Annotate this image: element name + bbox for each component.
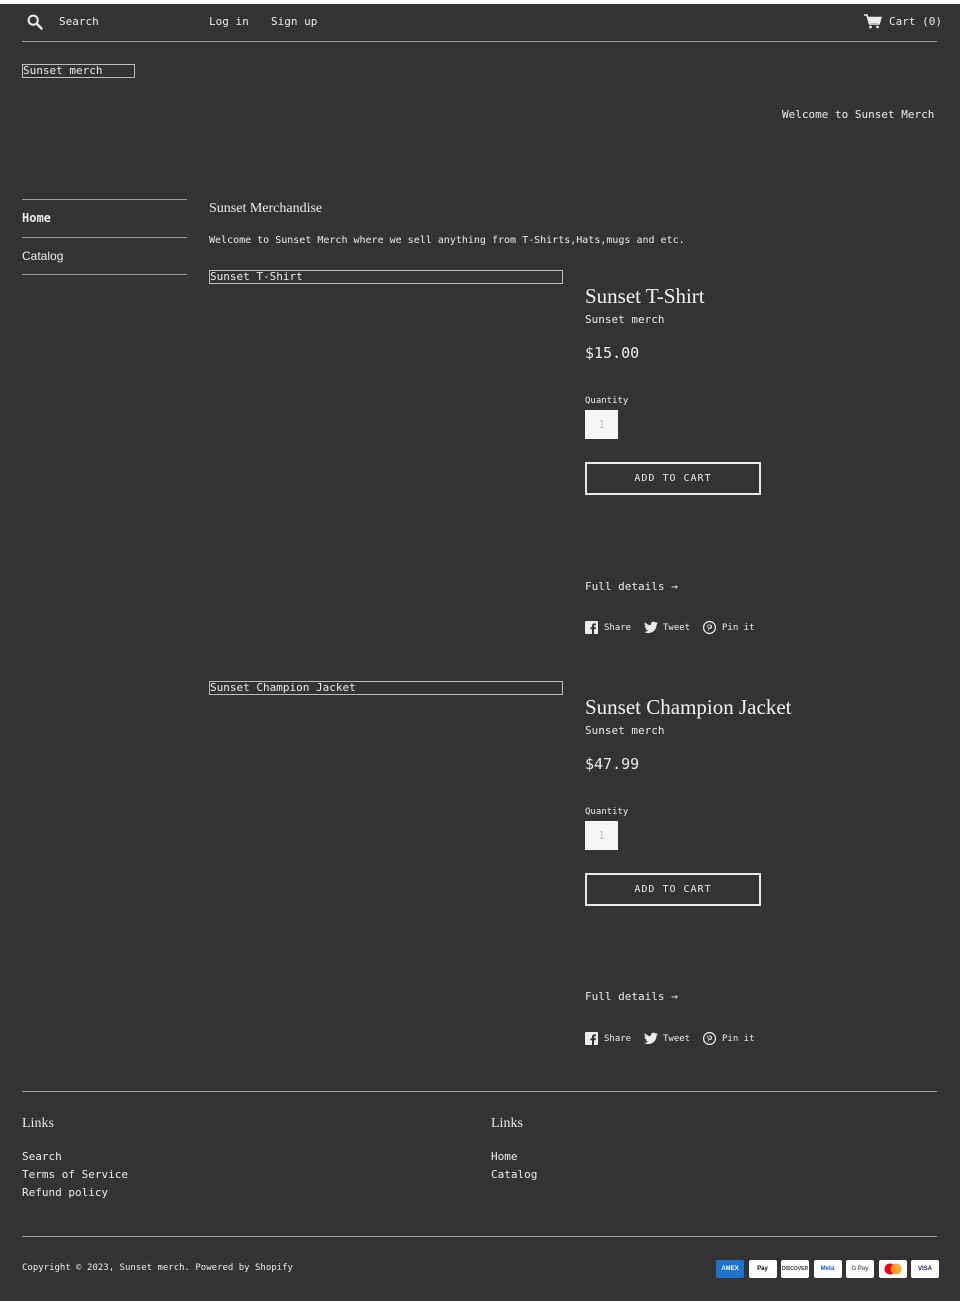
pin-label: Pin it — [722, 623, 755, 633]
quantity-input[interactable] — [585, 410, 618, 439]
tweet-button[interactable]: Tweet — [644, 620, 694, 636]
footer-heading: Links — [491, 1116, 523, 1131]
sidebar-item-catalog[interactable]: Catalog — [22, 238, 187, 275]
pinterest-icon — [703, 621, 716, 634]
page-intro: Welcome to Sunset Merch where we sell an… — [209, 235, 685, 246]
mastercard-icon — [878, 1260, 907, 1278]
product-vendor: Sunset merch — [585, 313, 665, 326]
product-title: Sunset Champion Jacket — [585, 695, 792, 719]
share-facebook-button[interactable]: Share — [585, 620, 635, 636]
pin-button[interactable]: Pin it — [703, 620, 763, 636]
product-image[interactable]: Sunset T-Shirt — [209, 270, 563, 284]
header-divider — [22, 41, 937, 42]
discover-icon: DISCOVER — [781, 1260, 809, 1278]
top-stripe — [0, 0, 960, 4]
search-icon[interactable] — [27, 14, 43, 30]
welcome-banner: Welcome to Sunset Merch — [782, 108, 935, 121]
facebook-icon — [585, 621, 598, 634]
product-price: $47.99 — [585, 755, 640, 773]
footer-heading: Links — [22, 1116, 54, 1131]
footer-link-catalog[interactable]: Catalog — [491, 1168, 537, 1181]
quantity-label: Quantity — [585, 396, 629, 406]
quantity-label: Quantity — [585, 807, 629, 817]
tweet-label: Tweet — [663, 623, 691, 633]
product-vendor: Sunset merch — [585, 724, 665, 737]
product-title: Sunset T-Shirt — [585, 284, 705, 308]
sidebar-item-home[interactable]: Home — [22, 200, 187, 237]
share-label: Share — [604, 623, 632, 633]
footer-link-refund[interactable]: Refund policy — [22, 1186, 108, 1199]
login-link[interactable]: Log in — [209, 15, 249, 28]
page-title: Sunset Merchandise — [209, 201, 323, 216]
cart-link[interactable]: Cart (0) — [889, 15, 942, 28]
product-price: $15.00 — [585, 344, 640, 362]
pin-button[interactable]: Pin it — [703, 1031, 763, 1047]
footer-link-terms[interactable]: Terms of Service — [22, 1168, 128, 1181]
tweet-button[interactable]: Tweet — [644, 1031, 694, 1047]
facebook-icon — [585, 1032, 598, 1045]
share-label: Share — [604, 1034, 632, 1044]
full-details-link[interactable]: Full details → — [585, 580, 678, 593]
twitter-icon — [644, 621, 658, 634]
site-logo[interactable]: Sunset merch — [22, 64, 135, 78]
search-input[interactable] — [59, 12, 189, 30]
pin-label: Pin it — [722, 1034, 755, 1044]
amex-icon: AMEX — [716, 1260, 744, 1278]
apple-pay-icon: Pay — [748, 1260, 777, 1278]
add-to-cart-button[interactable]: ADD TO CART — [585, 873, 761, 906]
pinterest-icon — [703, 1032, 716, 1045]
full-details-link[interactable]: Full details → — [585, 990, 678, 1003]
cart-icon[interactable] — [864, 14, 882, 29]
footer-link-search[interactable]: Search — [22, 1150, 62, 1163]
visa-icon: VISA — [911, 1260, 939, 1278]
sidebar-divider — [22, 274, 187, 275]
footer-link-home[interactable]: Home — [491, 1150, 518, 1163]
tweet-label: Tweet — [663, 1034, 691, 1044]
meta-pay-icon: Meta — [813, 1260, 842, 1278]
product-image[interactable]: Sunset Champion Jacket — [209, 681, 563, 695]
share-facebook-button[interactable]: Share — [585, 1031, 635, 1047]
google-pay-icon: G Pay — [846, 1260, 874, 1278]
signup-link[interactable]: Sign up — [271, 15, 317, 28]
footer-divider — [22, 1091, 937, 1092]
copyright-text: Copyright © 2023, Sunset merch. Powered … — [22, 1263, 293, 1273]
quantity-input[interactable] — [585, 821, 618, 850]
footer-divider — [22, 1236, 937, 1237]
add-to-cart-button[interactable]: ADD TO CART — [585, 462, 761, 495]
twitter-icon — [644, 1032, 658, 1045]
